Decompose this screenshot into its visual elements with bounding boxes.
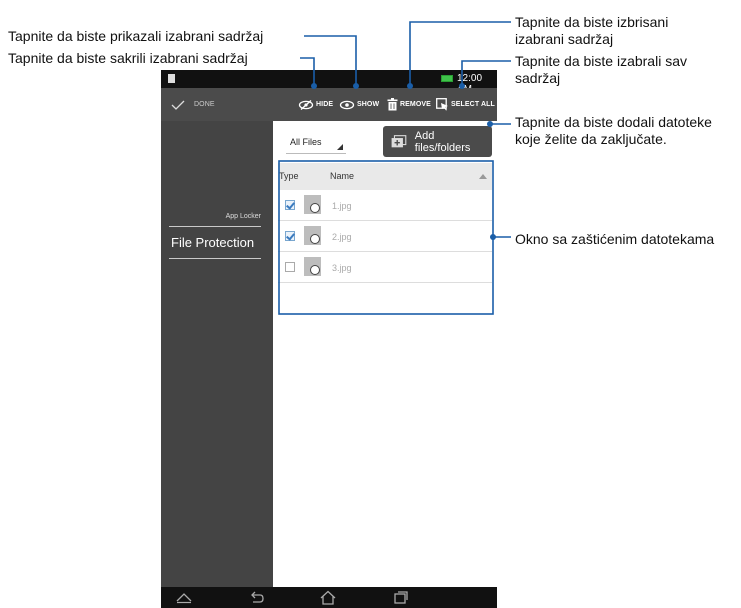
pane-callout: Okno sa zaštićenim datotekama xyxy=(515,231,715,247)
notification-icon xyxy=(168,74,175,83)
show-label: SHOW xyxy=(357,101,380,108)
row-checkbox[interactable] xyxy=(285,200,295,210)
show-callout: Tapnite da biste prikazali izabrani sadr… xyxy=(8,28,264,44)
status-bar: 12:00 AM xyxy=(161,70,497,95)
locked-image-icon xyxy=(304,195,321,214)
remove-callout-line2: izabrani sadržaj xyxy=(515,31,614,47)
add-files-folders-label: Add files/folders xyxy=(414,129,471,154)
table-row[interactable]: 3.jpg xyxy=(278,252,492,283)
battery-icon xyxy=(441,75,453,82)
file-filter-dropdown[interactable]: All Files xyxy=(290,137,322,147)
content-pane: All Files Add files/folders Type Name 1.… xyxy=(273,121,497,587)
locked-image-icon xyxy=(304,226,321,245)
file-name: 2.jpg xyxy=(332,232,352,242)
checkmark-icon xyxy=(171,100,185,110)
recent-apps-icon[interactable] xyxy=(392,590,410,604)
add-callout-line2: koje želite da zaključate. xyxy=(515,131,667,147)
trash-icon xyxy=(387,98,398,111)
show-button[interactable]: SHOW xyxy=(339,88,379,121)
dropdown-arrow-icon[interactable] xyxy=(337,144,343,150)
table-header: Type Name xyxy=(278,163,492,190)
hide-button[interactable]: HIDE xyxy=(298,88,333,121)
sidebar: App Locker File Protection xyxy=(161,121,273,587)
remove-callout-line1: Tapnite da biste izbrisani xyxy=(515,14,669,30)
eye-icon xyxy=(339,100,355,109)
sidebar-app-name: App Locker xyxy=(225,213,261,220)
select-all-callout-line2: sadržaj xyxy=(515,70,561,86)
row-checkbox[interactable] xyxy=(285,231,295,241)
sort-arrow-icon[interactable] xyxy=(479,174,487,179)
eye-slash-icon xyxy=(298,99,314,110)
done-button[interactable]: DONE xyxy=(171,88,215,121)
device-screen: 12:00 AM DONE HIDE SHOW REMOVE SELECT AL… xyxy=(161,70,497,608)
add-files-folders-button[interactable]: Add files/folders xyxy=(383,126,492,157)
navigation-bar xyxy=(161,587,497,608)
select-all-callout-line1: Tapnite da biste izabrali sav xyxy=(515,53,687,69)
done-label: DONE xyxy=(194,101,215,108)
select-all-button[interactable]: SELECT ALL xyxy=(436,88,495,121)
dropdown-underline xyxy=(286,153,346,154)
select-all-label: SELECT ALL xyxy=(451,101,495,108)
hide-callout: Tapnite da biste sakrili izabrani sadrža… xyxy=(8,50,248,66)
file-name: 1.jpg xyxy=(332,201,352,211)
remove-label: REMOVE xyxy=(400,101,431,108)
remove-button[interactable]: REMOVE xyxy=(387,88,431,121)
protected-files-table: Type Name 1.jpg 2.jpg 3.jpg xyxy=(278,163,492,283)
row-checkbox[interactable] xyxy=(285,262,295,272)
column-header-name[interactable]: Name xyxy=(330,171,354,181)
table-row[interactable]: 2.jpg xyxy=(278,221,492,252)
sidebar-divider xyxy=(169,226,261,227)
sidebar-selected-underline xyxy=(169,258,261,259)
hide-label: HIDE xyxy=(316,101,334,108)
add-files-icon xyxy=(391,135,407,148)
locked-image-icon xyxy=(304,257,321,276)
home-icon[interactable] xyxy=(319,590,337,605)
action-bar: DONE HIDE SHOW REMOVE SELECT ALL xyxy=(161,88,497,121)
file-name: 3.jpg xyxy=(332,263,352,273)
column-header-type[interactable]: Type xyxy=(279,171,299,181)
add-callout-line1: Tapnite da biste dodali datoteke xyxy=(515,114,712,130)
back-icon[interactable] xyxy=(247,590,265,604)
table-row[interactable]: 1.jpg xyxy=(278,190,492,221)
sidebar-item-file-protection[interactable]: File Protection xyxy=(171,235,254,250)
recent-apps-up-icon[interactable] xyxy=(175,590,193,604)
select-all-icon xyxy=(436,98,448,111)
